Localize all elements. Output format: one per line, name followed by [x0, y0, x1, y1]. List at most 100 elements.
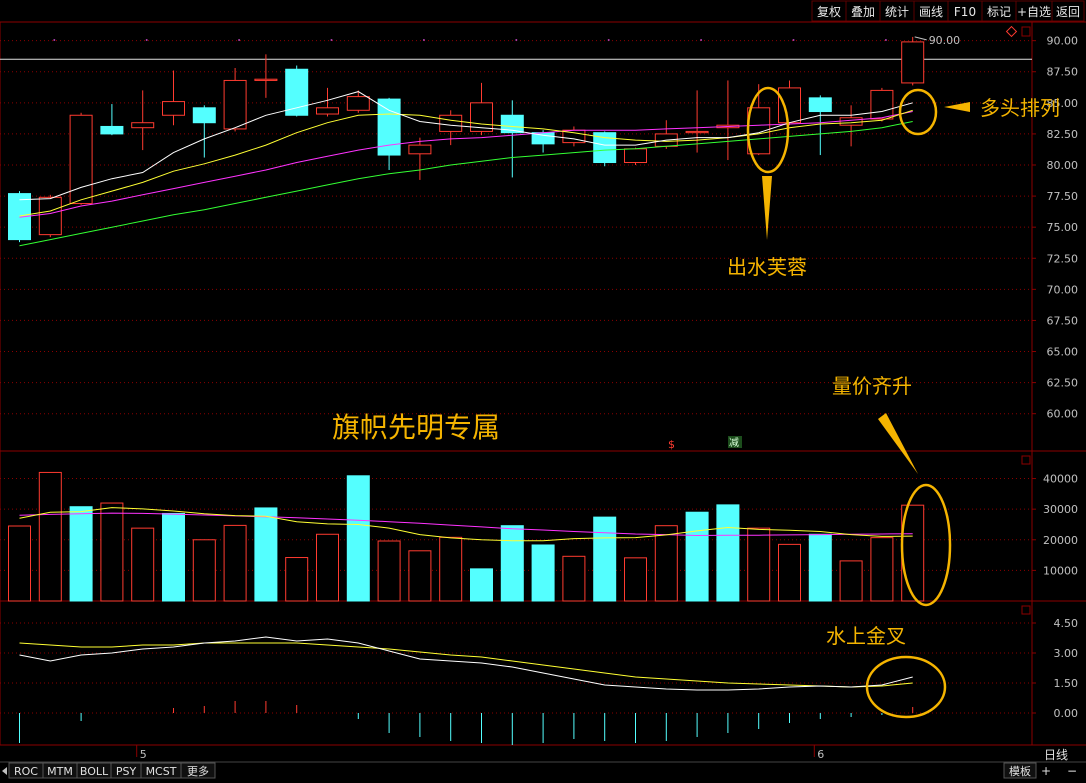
- marker-dot: [422, 39, 425, 41]
- candle-body[interactable]: [839, 117, 863, 126]
- volume-bar[interactable]: [654, 525, 678, 602]
- volume-bar[interactable]: [624, 557, 647, 602]
- candle-body[interactable]: [624, 148, 647, 164]
- volume-bar[interactable]: [223, 524, 247, 602]
- y-tick-label: 62.50: [1047, 377, 1079, 390]
- volume-bar[interactable]: [285, 557, 309, 602]
- y-tick-label: 82.50: [1047, 128, 1079, 141]
- y-tick-label: 30000: [1043, 503, 1078, 516]
- x-tick-label: 5: [140, 748, 147, 761]
- indicator-panel[interactable]: [19, 636, 914, 745]
- candle-body[interactable]: [131, 122, 155, 129]
- volume-bar[interactable]: [470, 568, 493, 602]
- event-mark-jian[interactable]: 减: [729, 437, 739, 449]
- volume-panel[interactable]: [8, 471, 925, 602]
- bottom-tab-2[interactable]: BOLL: [80, 765, 109, 778]
- volume-bar[interactable]: [439, 536, 463, 602]
- candle-body[interactable]: [316, 107, 339, 115]
- volume-bar[interactable]: [778, 543, 801, 602]
- candle-body[interactable]: [808, 97, 832, 113]
- event-marks: $ 减: [668, 436, 742, 451]
- template-tab[interactable]: 模板: [1009, 764, 1031, 778]
- candle-body[interactable]: [38, 196, 62, 236]
- chart-canvas[interactable]: 90.00 90.0087.5085.0082.5080.0077.5075.0…: [0, 0, 1086, 779]
- toolbar-button-7[interactable]: 返回: [1056, 5, 1080, 19]
- high-price-label: 90.00: [929, 34, 961, 47]
- bottom-tab-3[interactable]: PSY: [116, 765, 137, 778]
- volume-bar[interactable]: [162, 512, 185, 602]
- candle-body[interactable]: [870, 89, 894, 120]
- volume-bar[interactable]: [346, 475, 370, 602]
- volume-bar[interactable]: [716, 504, 740, 602]
- volume-bar[interactable]: [747, 527, 771, 602]
- event-mark-s[interactable]: $: [668, 438, 675, 451]
- zoom-in-button[interactable]: +: [1041, 764, 1051, 778]
- toolbar-button-4[interactable]: F10: [954, 5, 976, 19]
- candle-body[interactable]: [747, 107, 771, 155]
- bottom-tab-5[interactable]: 更多: [187, 764, 209, 778]
- candle-body[interactable]: [408, 144, 432, 155]
- candle-body[interactable]: [685, 130, 709, 134]
- period-label[interactable]: 日线: [1044, 748, 1068, 762]
- toolbar-button-1[interactable]: 叠加: [851, 5, 875, 19]
- y-tick-label: 40000: [1043, 473, 1078, 486]
- candle-body[interactable]: [285, 68, 309, 116]
- volume-bar[interactable]: [100, 502, 124, 602]
- candle-body[interactable]: [192, 107, 216, 124]
- volume-bar[interactable]: [131, 527, 155, 602]
- candle-body[interactable]: [100, 125, 124, 135]
- candle-body[interactable]: [439, 114, 463, 132]
- bottom-tab-0[interactable]: ROC: [14, 765, 38, 778]
- candle-body[interactable]: [223, 79, 247, 130]
- bottom-tab-1[interactable]: MTM: [47, 765, 73, 778]
- y-tick-label: 70.00: [1047, 283, 1079, 296]
- volume-bar[interactable]: [377, 540, 401, 602]
- candle-body[interactable]: [778, 87, 801, 124]
- volume-bar[interactable]: [38, 471, 62, 602]
- ma-line-green: [19, 121, 913, 247]
- candle-body[interactable]: [901, 41, 925, 84]
- volume-bar[interactable]: [254, 507, 278, 602]
- volume-bar[interactable]: [192, 539, 216, 602]
- toolbar-button-5[interactable]: 标记: [987, 5, 1011, 19]
- candle-body[interactable]: [254, 78, 278, 81]
- volume-bar[interactable]: [593, 516, 617, 602]
- panel-toggle-icon[interactable]: [1021, 455, 1031, 465]
- y-tick-label: 67.50: [1047, 314, 1079, 327]
- volume-bar[interactable]: [685, 511, 709, 602]
- marker-dot: [700, 39, 703, 41]
- panel-toggle-icon[interactable]: [1021, 26, 1031, 37]
- annotation-a3-text: 量价齐升: [832, 374, 912, 398]
- bottom-tab-bar: ROC MTM BOLL PSY MCST 更多 日线模板 + −: [0, 748, 1086, 779]
- marker-dot: [145, 39, 148, 41]
- marker-dot: [330, 39, 333, 41]
- candle-body[interactable]: [162, 101, 185, 116]
- marker-dot: [884, 39, 887, 41]
- volume-bar[interactable]: [316, 533, 339, 602]
- volume-bar[interactable]: [500, 525, 524, 602]
- annotation-a4-text: 水上金叉: [826, 624, 906, 648]
- volume-bar[interactable]: [808, 533, 832, 602]
- volume-bar[interactable]: [562, 555, 586, 602]
- toolbar-button-6[interactable]: +自选: [1017, 5, 1051, 19]
- y-tick-label: 72.50: [1047, 252, 1079, 265]
- toolbar-button-3[interactable]: 画线: [919, 5, 943, 19]
- volume-bar[interactable]: [839, 560, 863, 602]
- toolbar-button-0[interactable]: 复权: [817, 5, 841, 19]
- y-tick-label: 87.50: [1047, 66, 1079, 79]
- volume-bar[interactable]: [69, 506, 93, 602]
- marker-dot: [792, 39, 795, 41]
- indicator-line-yellow: [19, 642, 913, 688]
- volume-bar[interactable]: [8, 525, 31, 602]
- bottom-tab-4[interactable]: MCST: [146, 765, 177, 778]
- diamond-icon[interactable]: [1005, 25, 1018, 38]
- marker-dot: [53, 39, 56, 41]
- zoom-out-button[interactable]: −: [1067, 764, 1077, 778]
- volume-bar[interactable]: [870, 537, 894, 602]
- toolbar-button-2[interactable]: 统计: [885, 5, 909, 19]
- panel-toggle-icon[interactable]: [1021, 605, 1031, 615]
- volume-bar[interactable]: [531, 544, 555, 602]
- volume-bar[interactable]: [408, 550, 432, 602]
- y-tick-label: 65.00: [1047, 346, 1079, 359]
- candle-body[interactable]: [346, 96, 370, 111]
